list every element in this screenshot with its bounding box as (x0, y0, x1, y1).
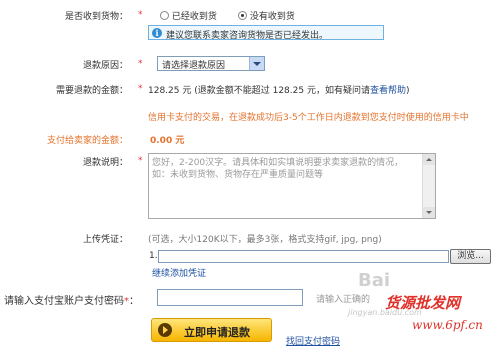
refund-reason-value: 请选择退款原因 (162, 61, 226, 71)
info-icon: i (152, 28, 162, 38)
scroll-up-icon[interactable] (423, 154, 435, 165)
refund-reason-select[interactable]: 请选择退款原因 (157, 56, 265, 71)
submit-refund-label: 立即申请退款 (184, 326, 250, 339)
radio-not-received[interactable]: 没有收到货 (238, 9, 295, 22)
refund-amount-value: 128.25 元 (148, 86, 192, 96)
chevron-down-icon[interactable] (249, 57, 264, 70)
radio-received-circle[interactable] (160, 11, 169, 20)
forgot-password-link[interactable]: 找回支付密码 (286, 334, 340, 347)
refund-desc-placeholder: 您好，2-200汉字。请具体和如实填说明要求卖家退款的情况，如：未收到货物、货物… (152, 158, 404, 180)
radio-not-received-label: 没有收到货 (249, 12, 295, 22)
password-label-colon: ： (129, 296, 139, 307)
refund-amount-label: 需要退款的金额： (0, 83, 128, 96)
required-asterisk: * (138, 10, 143, 20)
scroll-down-icon[interactable] (423, 207, 435, 218)
upload-label-text: 上传凭证： (82, 235, 128, 245)
textarea-scrollbar[interactable] (422, 154, 435, 218)
submit-refund-button[interactable]: 立即申请退款 (151, 318, 272, 342)
required-asterisk: * (138, 84, 143, 94)
radio-received-label: 已经收到货 (171, 12, 217, 22)
add-more-evidence-link[interactable]: 继续添加凭证 (152, 266, 206, 279)
baidu-watermark: Bai (358, 270, 391, 291)
pay-seller-label-text: 支付给卖家的金额： (46, 136, 128, 146)
upload-hint: (可选，大小120K以下，最多3张，格式支持gif, jpg, png) (148, 235, 382, 245)
upload-index: 1. (149, 251, 158, 261)
radio-not-received-circle[interactable] (238, 11, 247, 20)
password-label-text: 请输入支付宝账户支付密码 (4, 296, 124, 307)
radio-received[interactable]: 已经收到货 (160, 9, 217, 22)
refund-amount-note: (退款金额不能超过 128.25 元，如有疑问请 (194, 86, 370, 96)
tip-text: 建议您联系卖家咨询货物是否已经发出。 (166, 31, 329, 41)
site-url-watermark: www.6pf.cn (412, 318, 483, 332)
refund-amount-label-text: 需要退款的金额： (55, 86, 128, 96)
received-goods-label-text: 是否收到货物： (64, 12, 128, 22)
help-link[interactable]: 查看帮助 (370, 86, 406, 96)
received-goods-label: 是否收到货物： (0, 9, 128, 22)
credit-card-note: 信用卡支付的交易，在退款成功后3-5个工作日内退款到您支付时使用的信用卡中 (148, 113, 469, 123)
required-asterisk: * (138, 59, 143, 69)
password-side-text: 请输入正确的 (316, 295, 371, 305)
refund-amount-note-close: ) (405, 86, 410, 96)
pay-seller-value: 0.00 元 (150, 136, 185, 146)
required-asterisk: * (138, 156, 143, 166)
upload-label: 上传凭证： (0, 232, 128, 245)
refund-desc-textarea[interactable]: 您好，2-200汉字。请具体和如实填说明要求卖家退款的情况，如：未收到货物、货物… (148, 153, 436, 219)
upload-file-input[interactable] (158, 250, 449, 263)
password-input[interactable] (157, 289, 303, 306)
site-cn-watermark: 货源批发网 (385, 294, 461, 312)
refund-amount-row: 128.25 元 (退款金额不能超过 128.25 元，如有疑问请查看帮助) (148, 83, 410, 96)
refund-reason-label: 退款原因： (0, 58, 128, 71)
refund-reason-label-text: 退款原因： (82, 61, 128, 71)
pay-seller-label: 支付给卖家的金额： (0, 133, 128, 146)
password-label: 请输入支付宝账户支付密码*： (4, 292, 139, 307)
refund-desc-label-text: 退款说明： (82, 158, 128, 168)
refund-desc-label: 退款说明： (0, 155, 128, 168)
arrow-right-icon (158, 323, 172, 337)
browse-button[interactable]: 浏览... (450, 249, 491, 264)
tip-box: i 建议您联系卖家咨询货物是否已经发出。 (148, 25, 384, 41)
